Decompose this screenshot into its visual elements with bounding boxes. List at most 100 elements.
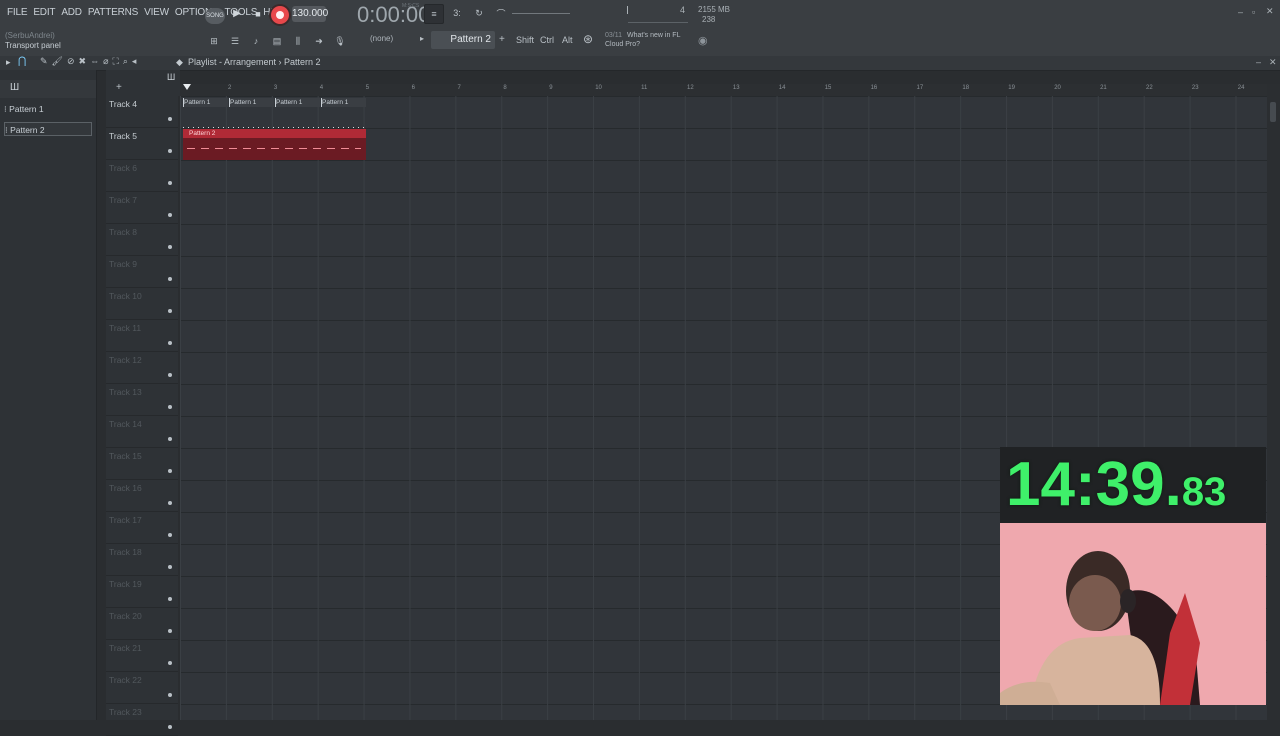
track-header[interactable]: Track 5 [106, 128, 178, 160]
track-led-icon[interactable] [168, 597, 172, 601]
picker-item-pattern-2[interactable]: ⁝ Pattern 2 [4, 122, 92, 136]
track-led-icon[interactable] [168, 245, 172, 249]
paint-tool-icon[interactable]: 🖌 [52, 56, 63, 67]
track-led-icon[interactable] [168, 149, 172, 153]
track-header[interactable]: Track 14 [106, 416, 178, 448]
track-header[interactable]: Track 16 [106, 480, 178, 512]
metronome-icon[interactable]: ≡ [424, 4, 444, 24]
track-led-icon[interactable] [168, 533, 172, 537]
menu-view[interactable]: VIEW [141, 7, 172, 18]
track-header[interactable]: Track 17 [106, 512, 178, 544]
draw-tool-icon[interactable]: ✎ [40, 56, 48, 67]
clip-pattern-1[interactable]: Pattern 1 [183, 98, 228, 107]
clip-pattern-1[interactable]: Pattern 1 [229, 98, 274, 107]
song-time-display[interactable]: 0:00:00 [357, 2, 430, 28]
slice-tool-icon[interactable]: ⌀ [103, 56, 108, 67]
snap-selector[interactable]: (none) [370, 34, 393, 43]
arrow-icon[interactable]: ➜ [310, 32, 328, 50]
pattern-song-toggle[interactable]: SONG [205, 8, 225, 24]
delete-tool-icon[interactable]: ⊘ [67, 56, 75, 67]
clip-pattern-1[interactable]: Pattern 1 [275, 98, 320, 107]
piano-roll-icon[interactable]: ♪ [247, 32, 265, 50]
vertical-scrollbar[interactable] [1267, 84, 1280, 720]
mute-tool-icon[interactable]: ✖ [79, 56, 87, 67]
track-led-icon[interactable] [168, 405, 172, 409]
playlist-close-button[interactable]: ✕ [1269, 57, 1277, 68]
pattern-play-icon[interactable]: ▸ [420, 34, 424, 43]
track-led-icon[interactable] [168, 725, 172, 729]
track-mode-icon[interactable]: Ш [167, 72, 175, 82]
online-icon[interactable]: ◉ [698, 34, 708, 47]
ctrl-key[interactable]: Ctrl [540, 35, 554, 45]
track-led-icon[interactable] [168, 373, 172, 377]
track-led-icon[interactable] [168, 469, 172, 473]
picker-icon[interactable]: Ш [10, 82, 19, 93]
track-header[interactable]: Track 15 [106, 448, 178, 480]
track-header[interactable]: Track 23 [106, 704, 178, 736]
track-led-icon[interactable] [168, 277, 172, 281]
track-header[interactable]: Track 9 [106, 256, 178, 288]
select-tool-icon[interactable]: ⛶ [113, 56, 119, 67]
picker-item-pattern-1[interactable]: ⁝ Pattern 1 [4, 102, 92, 116]
news-title[interactable]: What's new in FL [627, 32, 680, 39]
track-header[interactable]: Track 13 [106, 384, 178, 416]
close-button[interactable]: ✕ [1266, 6, 1274, 17]
playlist-options-icon[interactable]: ◆ [176, 57, 183, 68]
news-title-line2[interactable]: Cloud Pro? [605, 41, 640, 48]
track-led-icon[interactable] [168, 117, 172, 121]
track-header[interactable]: Track 21 [106, 640, 178, 672]
menu-add[interactable]: ADD [58, 7, 85, 18]
track-header[interactable]: Track 6 [106, 160, 178, 192]
playlist-minimize-button[interactable]: ‒ [1256, 57, 1261, 67]
track-header[interactable]: Track 8 [106, 224, 178, 256]
stop-button[interactable]: ■ [252, 7, 264, 21]
maximize-button[interactable]: ▫ [1252, 7, 1255, 17]
track-led-icon[interactable] [168, 501, 172, 505]
slip-tool-icon[interactable]: ⇔ [90, 56, 99, 67]
track-led-icon[interactable] [168, 213, 172, 217]
add-track-icon[interactable]: + [116, 82, 122, 93]
play-button[interactable]: ▶ [230, 7, 244, 21]
menu-edit[interactable]: EDIT [30, 7, 58, 18]
track-led-icon[interactable] [168, 693, 172, 697]
track-header[interactable]: Track 12 [106, 352, 178, 384]
minimize-button[interactable]: ‒ [1238, 7, 1243, 17]
menu-file[interactable]: FILE [4, 7, 30, 18]
track-header[interactable]: Track 7 [106, 192, 178, 224]
record-button[interactable] [271, 6, 289, 24]
browser-icon[interactable]: ▤ [268, 32, 286, 50]
track-led-icon[interactable] [168, 437, 172, 441]
track-led-icon[interactable] [168, 181, 172, 185]
add-pattern-button[interactable]: + [499, 34, 505, 45]
mixer-icon[interactable]: ⫼ [289, 32, 307, 50]
clip-pattern-2[interactable]: Pattern 2 [183, 129, 366, 160]
master-volume-slider[interactable] [512, 13, 570, 14]
playlist-icon[interactable]: ⊞ [205, 32, 223, 50]
track-header[interactable]: Track 10 [106, 288, 178, 320]
channel-rack-icon[interactable]: ☰ [226, 32, 244, 50]
track-header[interactable]: Track 20 [106, 608, 178, 640]
menu-patterns[interactable]: PATTERNS [85, 7, 141, 18]
scrollbar-thumb[interactable] [1270, 102, 1276, 122]
track-header[interactable]: Track 22 [106, 672, 178, 704]
track-led-icon[interactable] [168, 309, 172, 313]
track-led-icon[interactable] [168, 565, 172, 569]
clip-pattern-1[interactable]: Pattern 1 [321, 98, 366, 107]
track-led-icon[interactable] [168, 341, 172, 345]
track-header[interactable]: Track 4 [106, 96, 178, 128]
track-led-icon[interactable] [168, 629, 172, 633]
loop-record-icon[interactable]: ↻ [470, 4, 488, 22]
playlist-menu-arrow-icon[interactable]: ▸ [6, 57, 11, 68]
step-icon[interactable]: 3: [448, 4, 466, 22]
magnet-icon[interactable]: ⋂ [18, 56, 26, 67]
track-led-icon[interactable] [168, 661, 172, 665]
tempo-field[interactable]: 130.000 [292, 6, 328, 22]
track-header[interactable]: Track 11 [106, 320, 178, 352]
mic-icon[interactable]: 🎙 [331, 32, 349, 50]
playhead-marker[interactable] [183, 84, 191, 90]
pattern-selector[interactable]: Pattern 2 [431, 31, 495, 49]
shift-key[interactable]: Shift [516, 35, 534, 45]
track-header[interactable]: Track 19 [106, 576, 178, 608]
playback-tool-icon[interactable]: ◂ [132, 56, 137, 67]
alt-key[interactable]: Alt [562, 35, 573, 45]
